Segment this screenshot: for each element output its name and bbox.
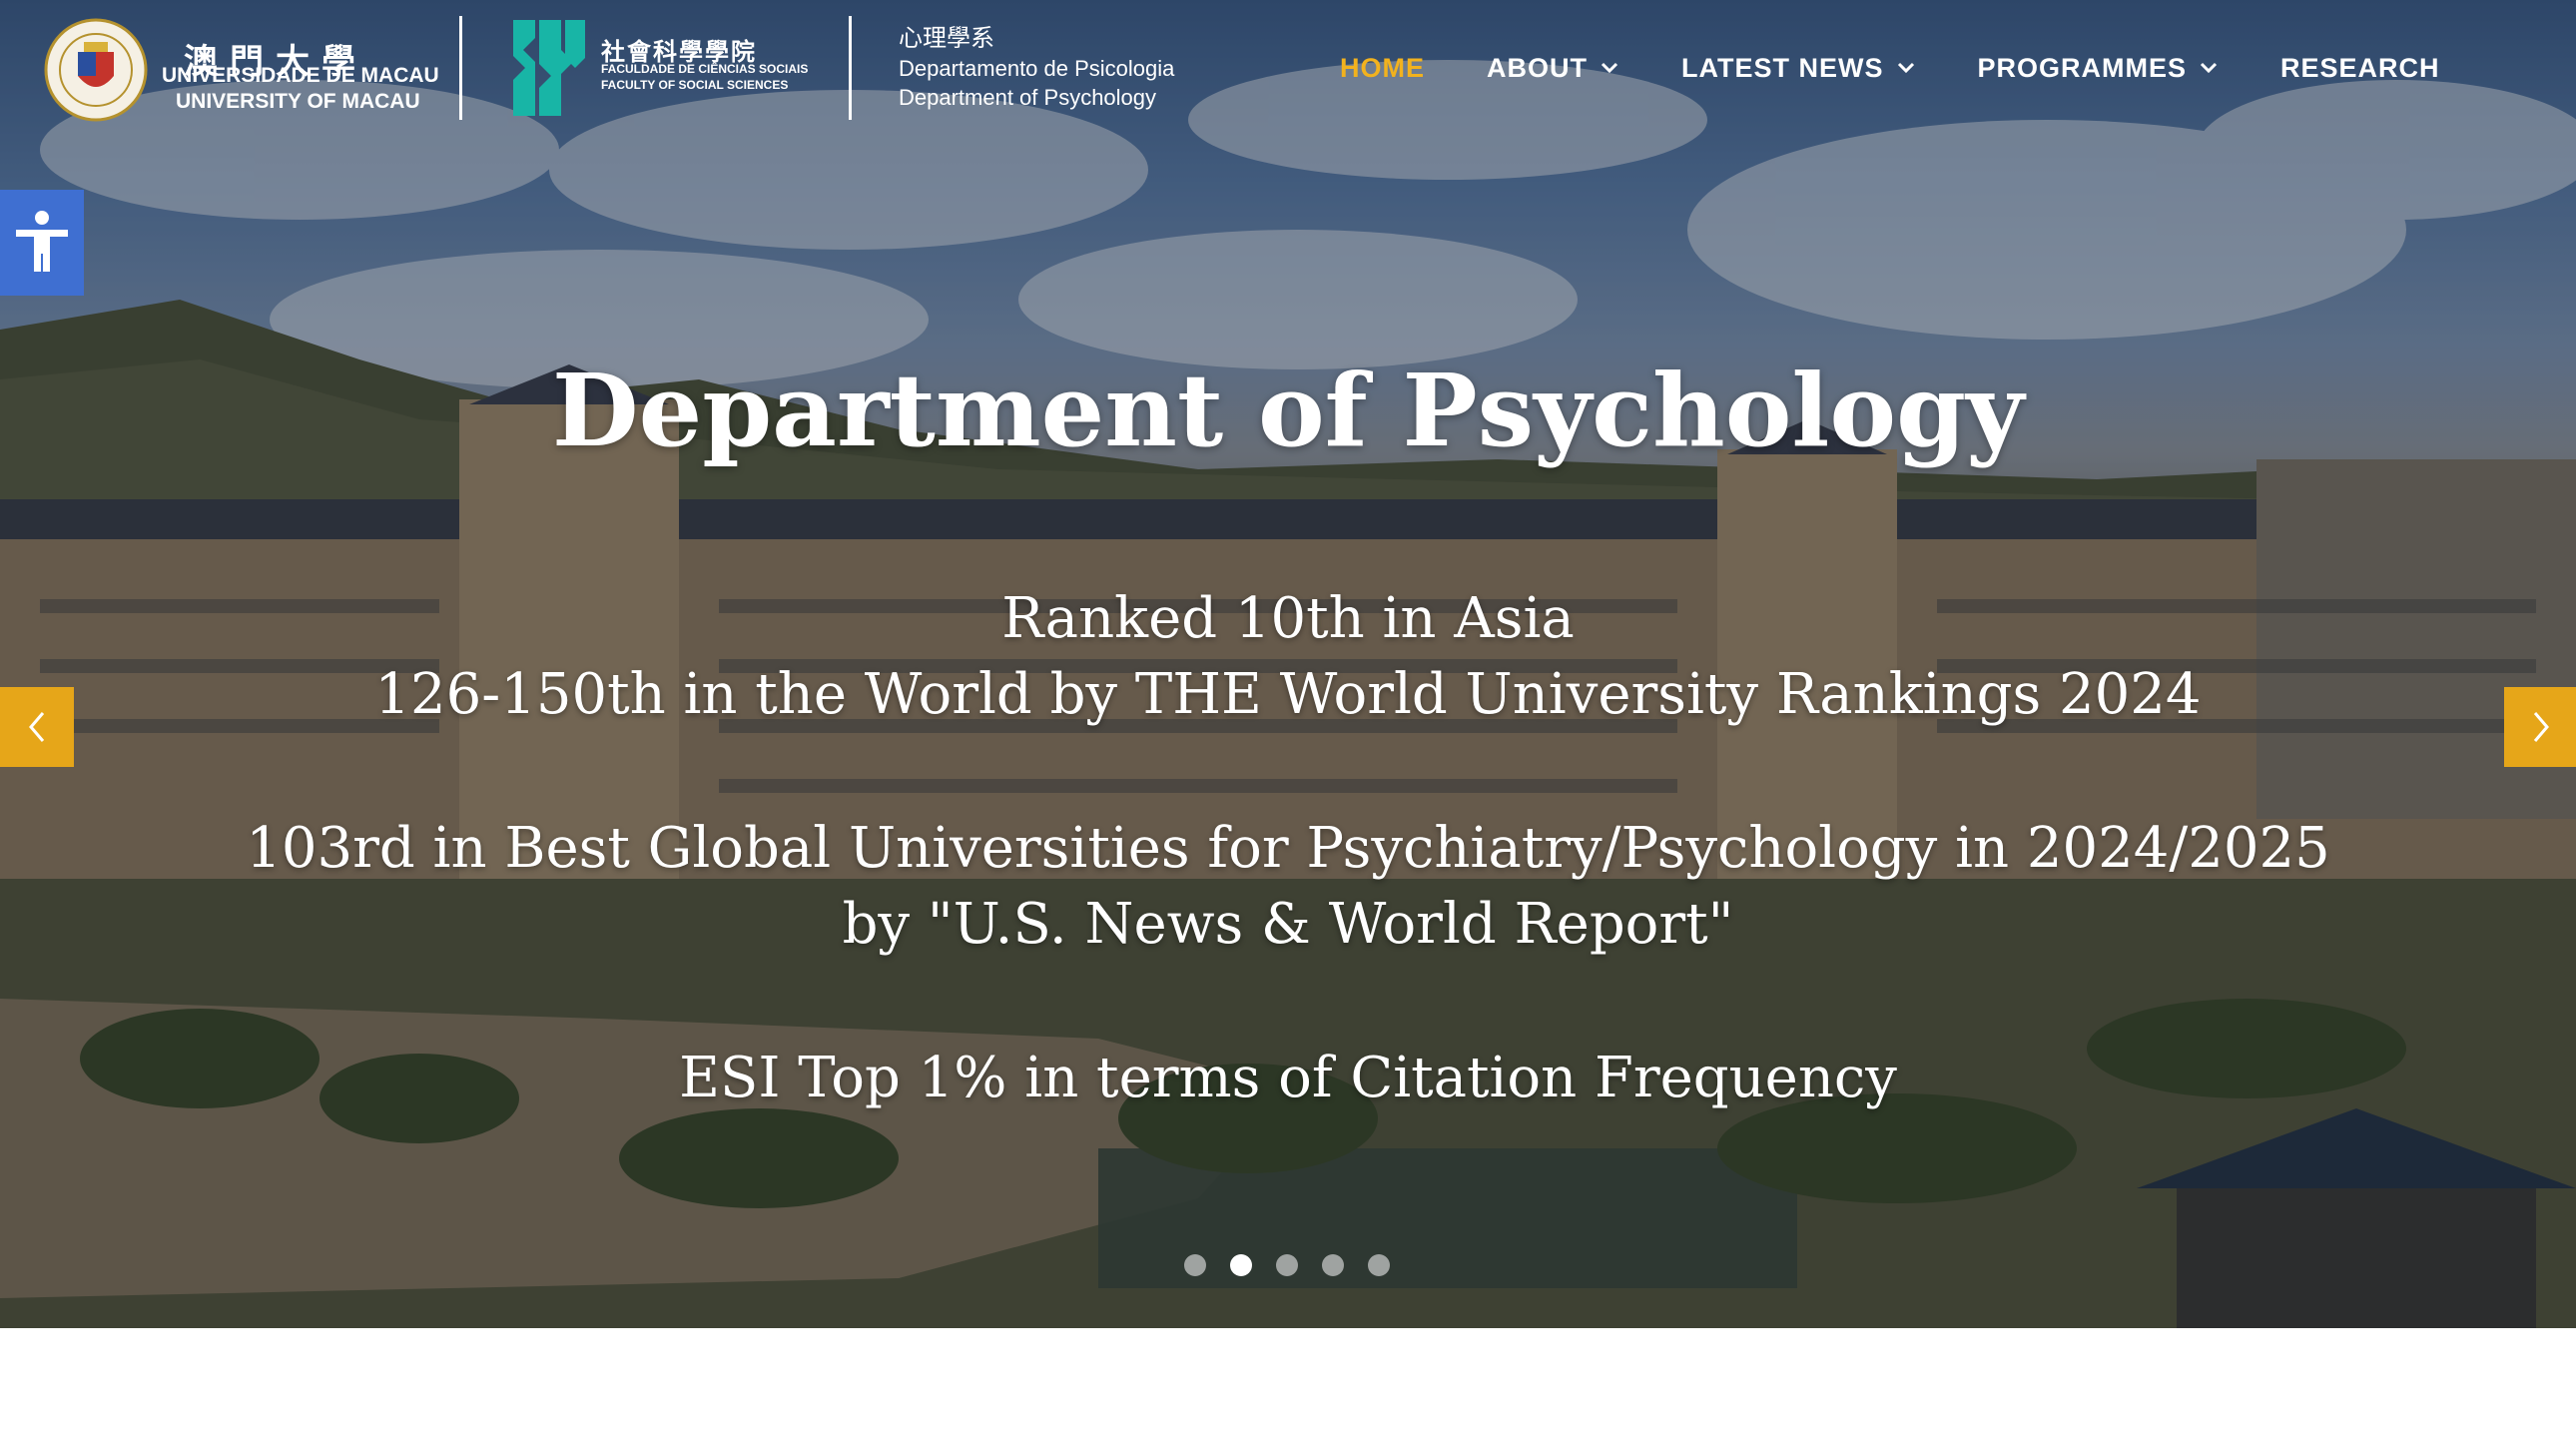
carousel-dot-3[interactable] [1276,1254,1298,1276]
hero-ranking-source: by "U.S. News & World Report" [842,892,1734,957]
hero-ranking-global-psychology: 103rd in Best Global Universities for Ps… [246,816,2330,881]
hero-title: Department of Psychology [551,352,2025,469]
carousel-dot-2[interactable] [1230,1254,1252,1276]
hero-slide: Department of Psychology Ranked 10th in … [0,0,2576,1328]
carousel-prev-button[interactable] [0,687,74,767]
carousel-pagination [1184,1254,1390,1276]
chevron-right-icon [2533,712,2549,742]
carousel-dot-5[interactable] [1368,1254,1390,1276]
hero-ranking-asia: Ranked 10th in Asia [1001,586,1575,651]
carousel-dot-1[interactable] [1184,1254,1206,1276]
hero-ranking-world: 126-150th in the World by THE World Univ… [374,662,2202,727]
carousel-next-button[interactable] [2504,687,2576,767]
hero-esi-ranking: ESI Top 1% in terms of Citation Frequenc… [679,1046,1897,1110]
carousel-dot-4[interactable] [1322,1254,1344,1276]
chevron-left-icon [29,712,45,742]
